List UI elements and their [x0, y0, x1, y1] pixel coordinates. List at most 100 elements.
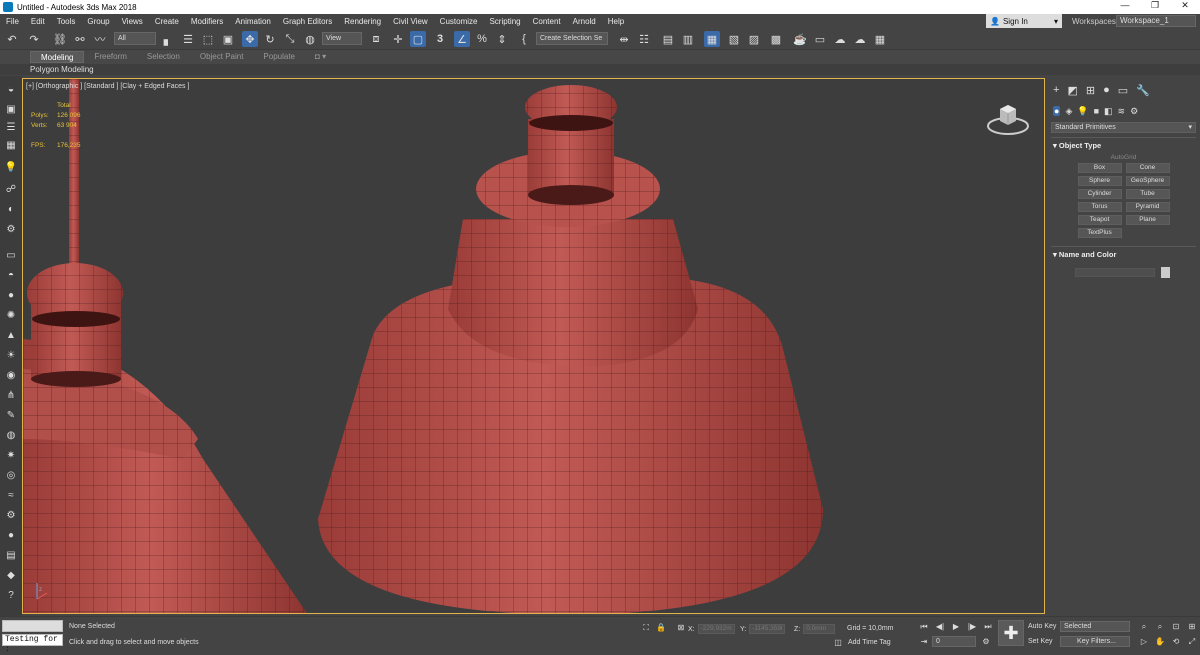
cube-icon[interactable]: ◆: [3, 568, 19, 582]
cameras-icon[interactable]: ■: [1094, 106, 1099, 116]
orbit-icon[interactable]: ⟲: [1170, 636, 1182, 647]
menu-graph-editors[interactable]: Graph Editors: [277, 17, 338, 26]
motion-icon[interactable]: ≈: [3, 488, 19, 502]
utilities-tab-icon[interactable]: 🔧: [1136, 84, 1150, 97]
next-frame-icon[interactable]: |▶: [966, 621, 978, 632]
teapot-button[interactable]: Teapot: [1077, 215, 1122, 225]
wheel-icon[interactable]: ◎: [3, 468, 19, 482]
key-filter-select[interactable]: Selected: [1060, 621, 1130, 632]
curve-editor-icon[interactable]: ▧: [726, 31, 742, 47]
fov-icon[interactable]: ▷: [1138, 636, 1150, 647]
zoom-icon[interactable]: ⌕: [1138, 621, 1150, 632]
gear-icon[interactable]: ⚙: [3, 508, 19, 522]
mirror-icon[interactable]: ⇹: [616, 31, 632, 47]
sphere-shaded-icon[interactable]: ●: [3, 528, 19, 542]
redo-icon[interactable]: ↷: [26, 31, 42, 47]
layer-icon[interactable]: ▣: [3, 102, 19, 116]
menu-modifiers[interactable]: Modifiers: [185, 17, 229, 26]
maximize-button[interactable]: ❐: [1140, 0, 1170, 11]
schematic-view-icon[interactable]: ▨: [746, 31, 762, 47]
render-icon[interactable]: ⚙: [3, 222, 19, 236]
create-tab-icon[interactable]: +: [1053, 84, 1059, 96]
motion-tab-icon[interactable]: ●: [1103, 84, 1110, 96]
table-icon[interactable]: ▦: [3, 138, 19, 152]
viewcube-icon[interactable]: [986, 99, 1030, 137]
object-type-header[interactable]: ▾ Object Type: [1051, 141, 1196, 150]
menu-animation[interactable]: Animation: [229, 17, 277, 26]
cone-icon[interactable]: ▲: [3, 328, 19, 342]
cylinder-button[interactable]: Cylinder: [1077, 189, 1122, 199]
keyboard-shortcut-icon[interactable]: ▢: [410, 31, 426, 47]
align-icon[interactable]: ☷: [636, 31, 652, 47]
globe-icon[interactable]: ◍: [3, 428, 19, 442]
layer-explorer-icon[interactable]: ▤: [660, 31, 676, 47]
select-move-icon[interactable]: ✥: [242, 31, 258, 47]
modify-tab-icon[interactable]: ◩: [1067, 84, 1077, 97]
time-config-icon[interactable]: ⚙: [980, 636, 992, 647]
ribbon-options-icon[interactable]: ◘ ▾: [305, 51, 336, 63]
workspace-select[interactable]: Workspace_1: [1116, 15, 1196, 27]
pivot-center-icon[interactable]: ⧈: [368, 31, 384, 47]
spinner-snap-icon[interactable]: ⇕: [494, 31, 510, 47]
selection-filter-select[interactable]: All: [114, 32, 156, 45]
ref-coord-select[interactable]: View: [322, 32, 362, 45]
key-filters-button[interactable]: Key Filters...: [1060, 636, 1130, 647]
minimize-button[interactable]: —: [1110, 0, 1140, 10]
menu-customize[interactable]: Customize: [434, 17, 484, 26]
array-icon[interactable]: ▤: [3, 548, 19, 562]
go-to-end-icon[interactable]: ⏭: [982, 621, 994, 632]
menu-group[interactable]: Group: [81, 17, 115, 26]
geosphere-button[interactable]: GeoSphere: [1125, 176, 1170, 186]
polygon-modeling-panel[interactable]: Polygon Modeling: [0, 64, 1200, 75]
render-iterative-icon[interactable]: ☁: [852, 31, 868, 47]
time-tag-icon[interactable]: ◫: [832, 637, 844, 648]
auto-key-button[interactable]: Auto Key: [1028, 621, 1056, 632]
maxscript-listener-top[interactable]: [2, 620, 63, 632]
compass-icon[interactable]: ✷: [3, 448, 19, 462]
sun-icon[interactable]: ☀: [3, 348, 19, 362]
spacewarps-icon[interactable]: ≋: [1118, 106, 1126, 117]
x-field[interactable]: -229,932m: [697, 624, 735, 634]
sign-in-button[interactable]: 👤 Sign In ▾: [986, 14, 1062, 28]
material-editor-icon[interactable]: ▩: [768, 31, 784, 47]
menu-views[interactable]: Views: [116, 17, 149, 26]
menu-civil-view[interactable]: Civil View: [387, 17, 434, 26]
tab-freeform[interactable]: Freeform: [84, 51, 136, 63]
box-button[interactable]: Box: [1077, 163, 1122, 173]
play-icon[interactable]: ▶: [950, 621, 962, 632]
place-icon[interactable]: ◍: [302, 31, 318, 47]
selection-set-select[interactable]: Create Selection Se: [536, 32, 608, 45]
menu-help[interactable]: Help: [602, 17, 630, 26]
name-color-header[interactable]: ▾ Name and Color: [1051, 250, 1196, 259]
systems-icon[interactable]: ⚙: [1130, 106, 1138, 117]
snap-toggle-icon[interactable]: 3: [432, 31, 448, 47]
menu-scripting[interactable]: Scripting: [483, 17, 526, 26]
brush-icon[interactable]: ✎: [3, 408, 19, 422]
torus-button[interactable]: Torus: [1077, 202, 1122, 212]
menu-edit[interactable]: Edit: [25, 17, 51, 26]
unlink-icon[interactable]: ⚯: [72, 31, 88, 47]
help-icon[interactable]: ?: [3, 588, 19, 602]
scene-explorer-icon[interactable]: ▥: [680, 31, 696, 47]
bind-spacewarp-icon[interactable]: 〰: [92, 31, 108, 47]
select-by-name-icon[interactable]: ☰: [180, 31, 196, 47]
y-field[interactable]: -1145,359i: [749, 624, 786, 634]
geometry-icon[interactable]: ●: [1053, 106, 1061, 116]
plane-button[interactable]: Plane: [1125, 215, 1170, 225]
viewport-label[interactable]: [+] [Orthographic ] [Standard ] [Clay + …: [26, 83, 189, 90]
close-button[interactable]: ✕: [1170, 0, 1200, 11]
pyramid-button[interactable]: Pyramid: [1125, 202, 1170, 212]
menu-tools[interactable]: Tools: [51, 17, 82, 26]
cone-button[interactable]: Cone: [1125, 163, 1170, 173]
sphere-icon[interactable]: ●: [3, 288, 19, 302]
light-icon[interactable]: 💡: [3, 160, 19, 174]
lock-icon[interactable]: 🔒: [655, 622, 667, 633]
maximize-viewport-icon[interactable]: ⤢: [1186, 636, 1198, 647]
material-icon[interactable]: ◉: [3, 368, 19, 382]
textplus-button[interactable]: TextPlus: [1077, 228, 1122, 238]
select-scale-icon[interactable]: ⤡: [282, 31, 298, 47]
tube-button[interactable]: Tube: [1125, 189, 1170, 199]
add-time-tag[interactable]: Add Time Tag: [848, 639, 891, 646]
render-icon[interactable]: ☁: [832, 31, 848, 47]
primitive-type-select[interactable]: Standard Primitives ▾: [1051, 122, 1196, 133]
